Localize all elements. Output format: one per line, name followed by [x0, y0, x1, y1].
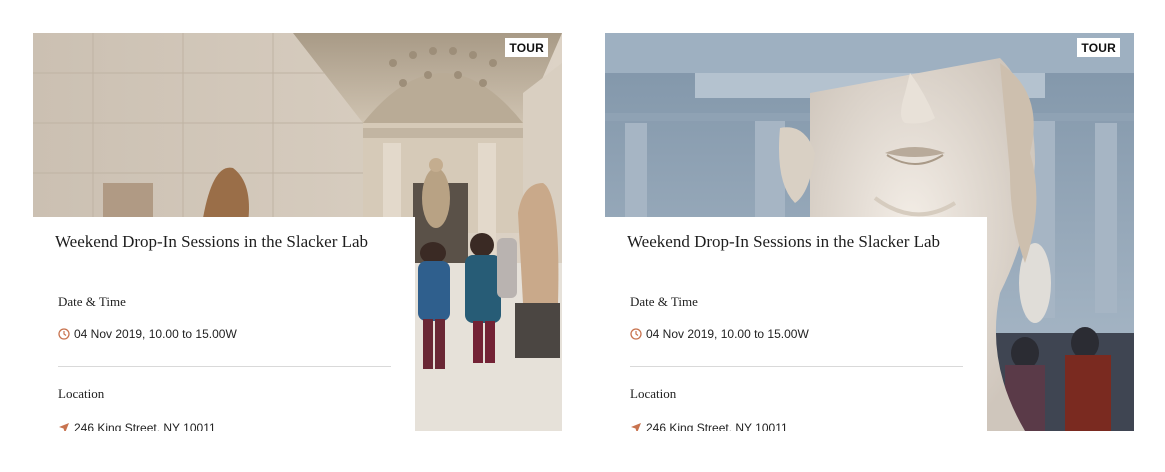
- clock-icon: [58, 328, 70, 340]
- event-location-text: 246 King Street, NY 10011: [74, 421, 216, 431]
- date-time-label: Date & Time: [58, 294, 126, 309]
- category-badge: TOUR: [505, 38, 548, 57]
- event-datetime: 04 Nov 2019, 10.00 to 15.00W: [58, 327, 237, 341]
- location-label: Location: [58, 386, 105, 401]
- event-card[interactable]: TOUR Weekend Drop-In Sessions in the Sla…: [33, 33, 562, 431]
- event-datetime-text: 04 Nov 2019, 10.00 to 15.00W: [646, 327, 809, 341]
- event-location: 246 King Street, NY 10011: [630, 421, 788, 431]
- location-label: Location: [630, 386, 677, 401]
- clock-icon: [630, 328, 642, 340]
- divider: [630, 366, 963, 367]
- event-title[interactable]: Weekend Drop-In Sessions in the Slacker …: [55, 231, 385, 253]
- event-info-panel: Weekend Drop-In Sessions in the Slacker …: [605, 217, 987, 431]
- event-title[interactable]: Weekend Drop-In Sessions in the Slacker …: [627, 231, 957, 253]
- location-arrow-icon: [58, 422, 70, 431]
- event-datetime-text: 04 Nov 2019, 10.00 to 15.00W: [74, 327, 237, 341]
- event-info-panel: Weekend Drop-In Sessions in the Slacker …: [33, 217, 415, 431]
- location-arrow-icon: [630, 422, 642, 431]
- category-badge: TOUR: [1077, 38, 1120, 57]
- event-card[interactable]: TOUR Weekend Drop-In Sessions in the Sla…: [605, 33, 1134, 431]
- event-datetime: 04 Nov 2019, 10.00 to 15.00W: [630, 327, 809, 341]
- divider: [58, 366, 391, 367]
- event-location-text: 246 King Street, NY 10011: [646, 421, 788, 431]
- event-location: 246 King Street, NY 10011: [58, 421, 216, 431]
- date-time-label: Date & Time: [630, 294, 698, 309]
